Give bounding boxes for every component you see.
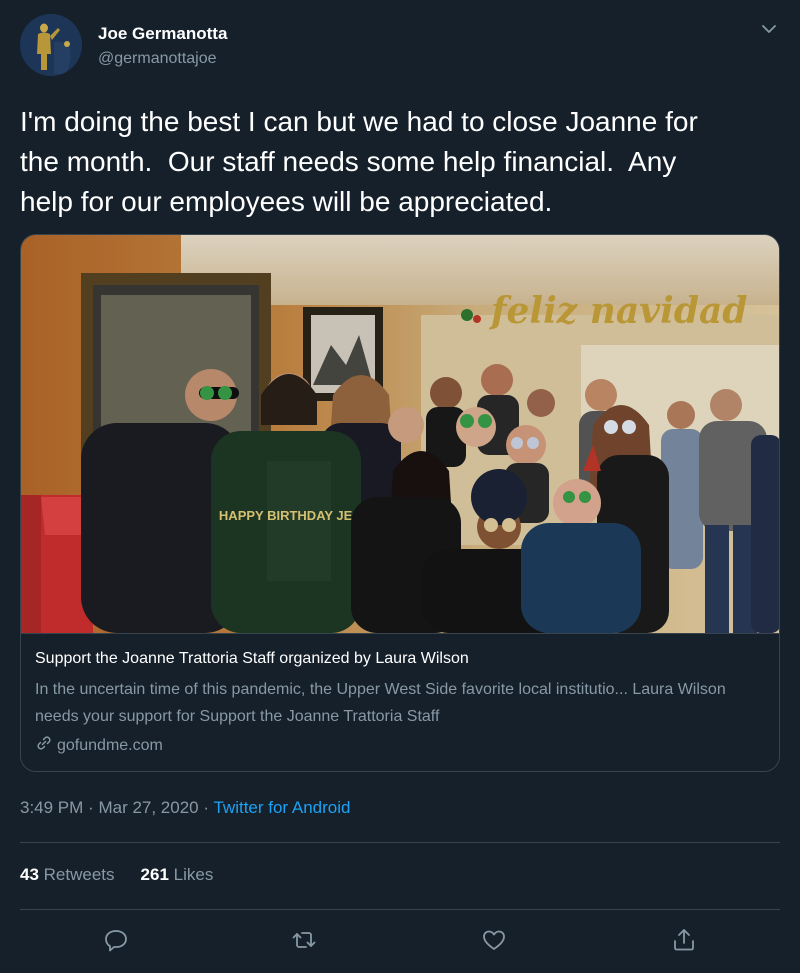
retweets-count: 43: [20, 865, 39, 884]
retweets-label: Retweets: [43, 865, 115, 884]
card-title: Support the Joanne Trattoria Staff organ…: [35, 650, 469, 667]
tweet-actions: [20, 920, 780, 960]
tweet-meta: 3:49 PM · Mar 27, 2020 · Twitter for And…: [20, 798, 350, 818]
tweet-header: Joe Germanotta @germanottajoe: [20, 12, 780, 82]
link-card[interactable]: feliz navidad HAPPY BIRTHDAY JESUS Suppo…: [20, 234, 780, 772]
tweet-text: I'm doing the best I can but we had to c…: [20, 106, 698, 217]
divider: [20, 842, 780, 843]
user-handle[interactable]: @germanottajoe: [98, 50, 217, 68]
user-name[interactable]: Joe Germanotta: [98, 24, 227, 44]
share-icon[interactable]: [670, 926, 698, 954]
card-domain-text: gofundme.com: [57, 736, 163, 754]
retweets-stat[interactable]: 43 Retweets: [20, 865, 115, 885]
meta-separator: ·: [203, 798, 210, 817]
likes-count: 261: [140, 865, 169, 884]
card-body[interactable]: Support the Joanne Trattoria Staff organ…: [21, 633, 779, 771]
chevron-down-icon[interactable]: [758, 18, 780, 40]
card-domain: gofundme.com: [35, 734, 163, 757]
divider: [20, 909, 780, 910]
tweet-source[interactable]: Twitter for Android: [213, 798, 350, 817]
retweet-icon[interactable]: [290, 926, 318, 954]
meta-separator: ·: [88, 798, 94, 817]
tweet-date[interactable]: Mar 27, 2020: [98, 798, 198, 817]
card-description: In the uncertain time of this pandemic, …: [35, 681, 726, 725]
like-icon[interactable]: [480, 926, 508, 954]
card-photo[interactable]: feliz navidad HAPPY BIRTHDAY JESUS: [21, 235, 779, 633]
tweet-stats: 43 Retweets 261 Likes: [20, 865, 213, 885]
reply-icon[interactable]: [102, 926, 130, 954]
tweet-time[interactable]: 3:49 PM: [20, 798, 83, 817]
likes-label: Likes: [173, 865, 214, 884]
likes-stat[interactable]: 261 Likes: [141, 865, 214, 885]
avatar[interactable]: [20, 14, 82, 76]
link-icon: [35, 734, 53, 757]
